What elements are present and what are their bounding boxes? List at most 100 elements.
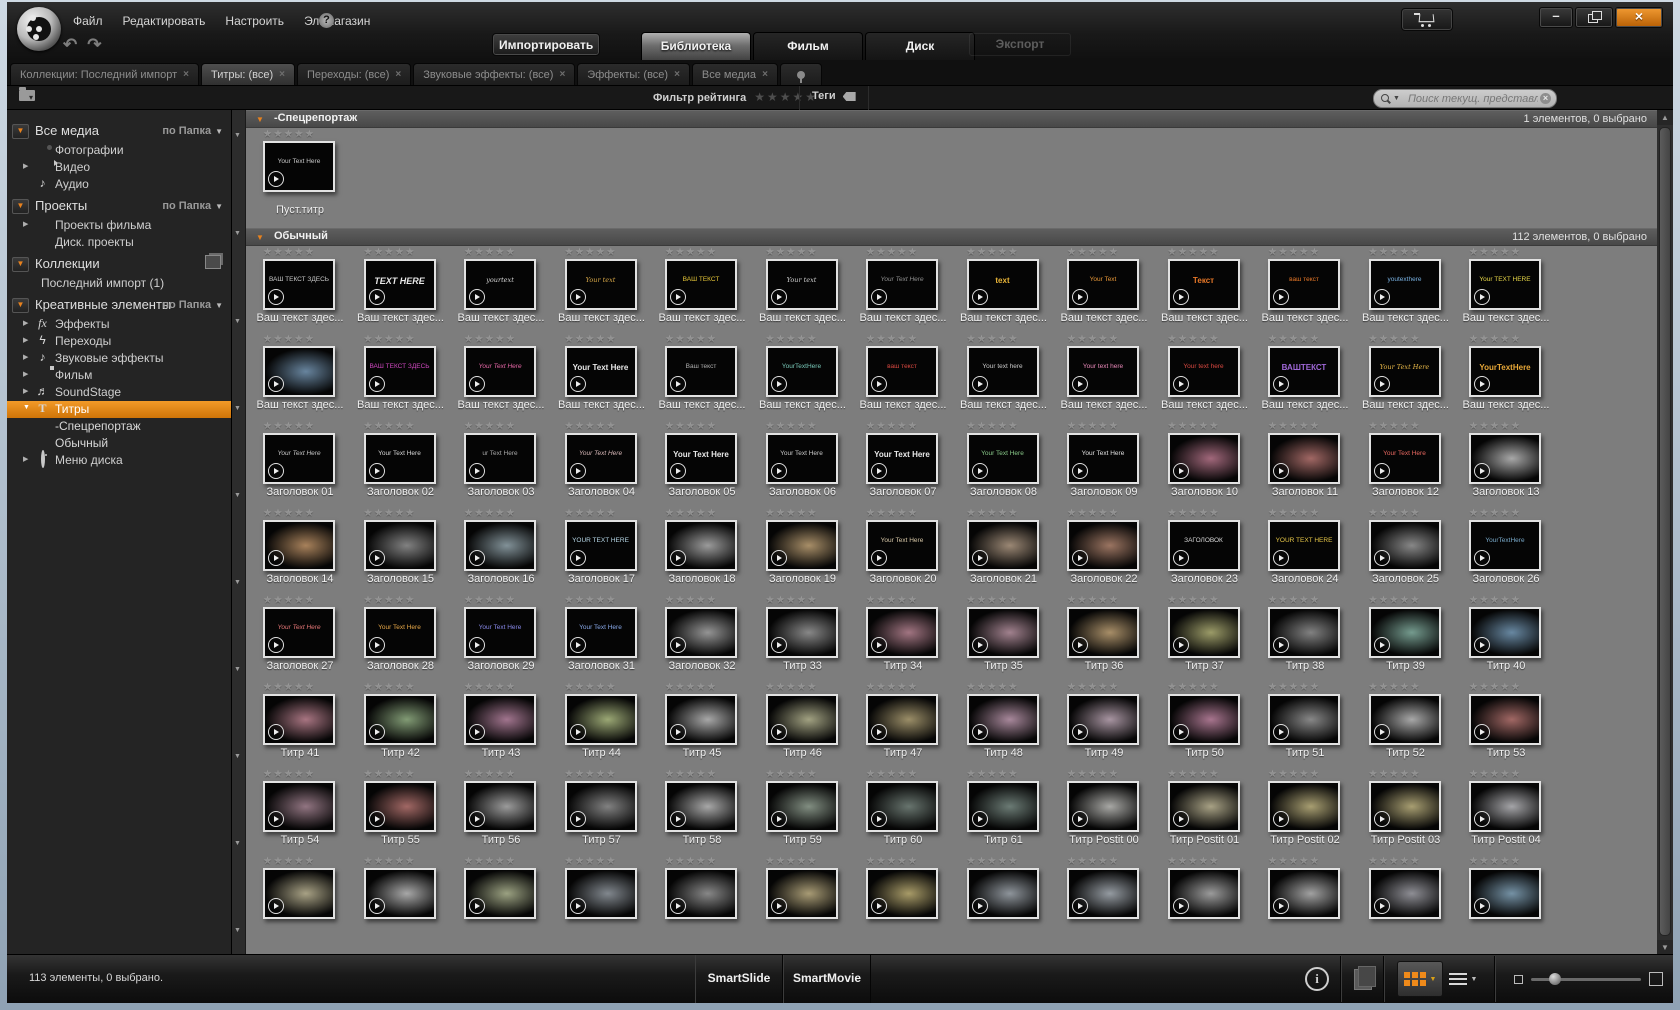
rating-stars-icon[interactable]: ★★★★★ <box>1369 595 1421 606</box>
play-icon[interactable] <box>570 550 586 566</box>
library-item[interactable]: ★★★★★Титр 55 <box>351 768 451 855</box>
play-icon[interactable] <box>871 289 887 305</box>
rating-stars-icon[interactable]: ★★★★★ <box>1067 856 1119 867</box>
rating-stars-icon[interactable]: ★★★★★ <box>1168 769 1220 780</box>
collapse-group-icon[interactable]: ▼ <box>12 199 29 214</box>
tab-disc[interactable]: Диск <box>865 32 975 61</box>
play-icon[interactable] <box>871 724 887 740</box>
item-thumbnail[interactable]: TEXT HERE <box>364 259 436 310</box>
collapse-group-icon[interactable]: ▼ <box>12 298 29 313</box>
item-thumbnail[interactable] <box>1168 607 1240 658</box>
library-item[interactable]: ★★★★★Титр 50 <box>1155 681 1255 768</box>
library-item[interactable]: ★★★★★Титр 48 <box>954 681 1054 768</box>
play-icon[interactable] <box>268 811 284 827</box>
rating-stars-icon[interactable]: ★★★★★ <box>665 595 717 606</box>
play-icon[interactable] <box>670 289 686 305</box>
item-thumbnail[interactable] <box>665 520 737 571</box>
play-icon[interactable] <box>972 550 988 566</box>
play-icon[interactable] <box>268 550 284 566</box>
play-icon[interactable] <box>972 376 988 392</box>
library-item[interactable]: ★★★★★ВАШ ТЕКСТ ЗДЕСЬВаш текст здес... <box>351 333 451 420</box>
library-item[interactable]: ★★★★★Your Text HereЗаголовок 07 <box>853 420 953 507</box>
sidebar-item[interactable]: ♪Аудио <box>7 176 231 193</box>
play-icon[interactable] <box>1474 376 1490 392</box>
play-icon[interactable] <box>1374 289 1390 305</box>
splitter-gutter[interactable]: ▼▼▼▼▼▼▼▼▼▼ <box>232 110 246 955</box>
library-item[interactable]: ★★★★★ <box>351 855 451 942</box>
sidebar-item[interactable]: ▶Меню диска <box>7 452 231 469</box>
item-thumbnail[interactable]: Текст <box>1168 259 1240 310</box>
library-item[interactable]: ★★★★★Заголовок 14 <box>250 507 350 594</box>
rating-stars-icon[interactable]: ★★★★★ <box>263 421 315 432</box>
rating-stars-icon[interactable]: ★★★★★ <box>665 334 717 345</box>
rating-stars-icon[interactable]: ★★★★★ <box>263 247 315 258</box>
item-thumbnail[interactable] <box>1067 781 1139 832</box>
item-thumbnail[interactable] <box>866 694 938 745</box>
sidebar-item[interactable]: Фотографии <box>7 142 231 159</box>
rating-stars-icon[interactable]: ★★★★★ <box>565 769 617 780</box>
library-item[interactable]: ★★★★★ВАШТЕКСТВаш текст здес... <box>1255 333 1355 420</box>
item-thumbnail[interactable]: Your Text Here <box>263 141 335 192</box>
library-item[interactable]: ★★★★★Титр 56 <box>451 768 551 855</box>
rating-stars-icon[interactable]: ★★★★★ <box>766 421 818 432</box>
rating-stars-icon[interactable]: ★★★★★ <box>1168 682 1220 693</box>
library-item[interactable]: ★★★★★ <box>1456 855 1556 942</box>
play-icon[interactable] <box>871 898 887 914</box>
play-icon[interactable] <box>1273 463 1289 479</box>
play-icon[interactable] <box>469 463 485 479</box>
rating-stars-icon[interactable]: ★★★★★ <box>565 421 617 432</box>
library-item[interactable]: ★★★★★Титр 52 <box>1356 681 1456 768</box>
rating-stars-icon[interactable]: ★★★★★ <box>766 769 818 780</box>
library-item[interactable]: ★★★★★ВАШ ТЕКСТВаш текст здес... <box>652 246 752 333</box>
play-icon[interactable] <box>771 724 787 740</box>
sidebar-item[interactable]: Последний импорт (1) <box>7 275 231 292</box>
item-thumbnail[interactable] <box>1067 607 1139 658</box>
item-thumbnail[interactable] <box>565 868 637 919</box>
rating-stars-icon[interactable]: ★★★★★ <box>1369 508 1421 519</box>
item-thumbnail[interactable]: Your text <box>766 259 838 310</box>
library-item[interactable]: ★★★★★Титр 36 <box>1054 594 1154 681</box>
item-thumbnail[interactable] <box>1067 868 1139 919</box>
play-icon[interactable] <box>1072 811 1088 827</box>
rating-stars-icon[interactable]: ★★★★★ <box>1168 856 1220 867</box>
library-item[interactable]: ★★★★★Титр 41 <box>250 681 350 768</box>
item-thumbnail[interactable] <box>364 694 436 745</box>
item-thumbnail[interactable] <box>866 607 938 658</box>
play-icon[interactable] <box>1374 550 1390 566</box>
library-item[interactable]: ★★★★★TEXT HEREВаш текст здес... <box>351 246 451 333</box>
close-tab-icon[interactable]: × <box>183 69 189 80</box>
play-icon[interactable] <box>469 898 485 914</box>
library-item[interactable]: ★★★★★ваш текстВаш текст здес... <box>853 333 953 420</box>
rating-stars-icon[interactable]: ★★★★★ <box>565 856 617 867</box>
rating-stars-icon[interactable]: ★★★★★ <box>364 682 416 693</box>
play-icon[interactable] <box>771 376 787 392</box>
item-thumbnail[interactable]: yourtext <box>464 259 536 310</box>
item-thumbnail[interactable]: ВАШ ТЕКСТ <box>665 259 737 310</box>
play-icon[interactable] <box>1273 376 1289 392</box>
rating-stars-icon[interactable]: ★★★★★ <box>464 856 516 867</box>
item-thumbnail[interactable] <box>1168 868 1240 919</box>
play-icon[interactable] <box>469 376 485 392</box>
play-icon[interactable] <box>1273 550 1289 566</box>
expander-icon[interactable]: ▶ <box>23 455 28 463</box>
rating-stars-icon[interactable]: ★★★★★ <box>665 769 717 780</box>
item-thumbnail[interactable]: ВАШ ТЕКСТ ЗДЕСЬ <box>263 259 335 310</box>
play-icon[interactable] <box>771 550 787 566</box>
rating-stars-icon[interactable]: ★★★★★ <box>665 856 717 867</box>
play-icon[interactable] <box>1374 637 1390 653</box>
rating-stars-icon[interactable]: ★★★★★ <box>1067 334 1119 345</box>
item-thumbnail[interactable] <box>1067 520 1139 571</box>
library-item[interactable]: ★★★★★Your Text HereЗаголовок 08 <box>954 420 1054 507</box>
rating-stars-icon[interactable]: ★★★★★ <box>1268 682 1320 693</box>
item-thumbnail[interactable] <box>967 607 1039 658</box>
item-thumbnail[interactable]: Your text here <box>967 346 1039 397</box>
sidebar-item[interactable]: ▶Видео <box>7 159 231 176</box>
sort-by-dropdown[interactable]: по Папка▼ <box>162 200 223 212</box>
item-thumbnail[interactable]: Your Text Here <box>1369 346 1441 397</box>
play-icon[interactable] <box>972 811 988 827</box>
item-thumbnail[interactable]: Your Text Here <box>1067 433 1139 484</box>
play-icon[interactable] <box>570 724 586 740</box>
rating-stars-icon[interactable]: ★★★★★ <box>565 334 617 345</box>
collection-tab[interactable]: Звуковые эффекты: (все)× <box>413 63 575 85</box>
rating-stars-icon[interactable]: ★★★★★ <box>1067 682 1119 693</box>
